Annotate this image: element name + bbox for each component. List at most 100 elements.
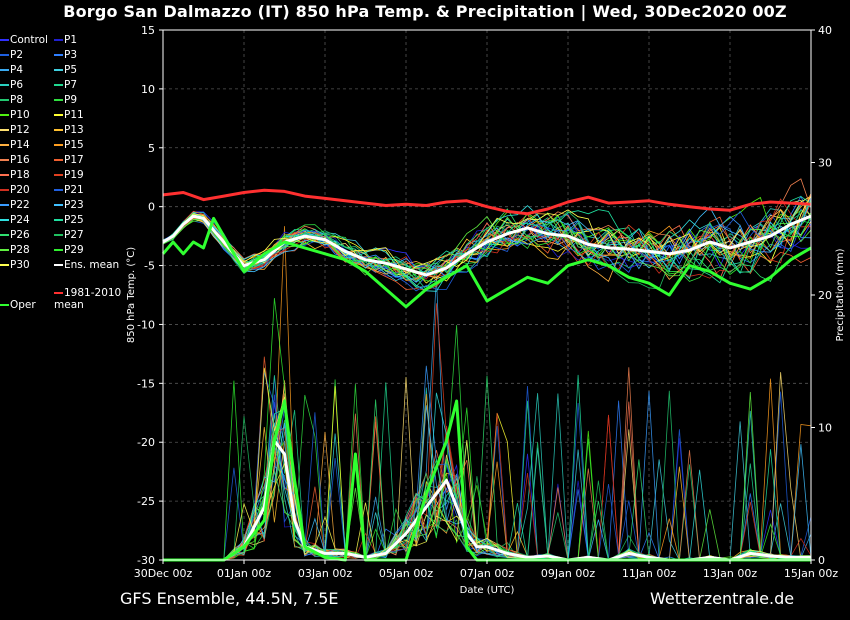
legend-label: P3 bbox=[64, 49, 78, 61]
legend-label: P9 bbox=[64, 94, 78, 106]
legend-entry: P4 bbox=[0, 64, 23, 76]
legend-entry: P30 bbox=[0, 259, 30, 271]
y-tick-label: -30 bbox=[137, 554, 155, 567]
legend-entry: P9 bbox=[54, 94, 77, 106]
legend-swatch bbox=[54, 264, 63, 266]
legend-swatch bbox=[0, 249, 9, 251]
legend-entry: P29 bbox=[54, 244, 84, 256]
model-info: GFS Ensemble, 44.5N, 7.5E bbox=[120, 589, 339, 608]
y-tick-label: 5 bbox=[148, 142, 155, 155]
legend-entry: P11 bbox=[54, 109, 84, 121]
legend-entry: P28 bbox=[0, 244, 30, 256]
y2-tick-label: 30 bbox=[818, 157, 832, 170]
legend-label: P4 bbox=[10, 64, 24, 76]
legend-entry: P17 bbox=[54, 154, 84, 166]
y-tick-label: -15 bbox=[137, 377, 155, 390]
y-tick-label: 10 bbox=[141, 83, 155, 96]
legend-label: P5 bbox=[64, 64, 78, 76]
legend-entry: P23 bbox=[54, 199, 84, 211]
legend-label: P23 bbox=[64, 199, 84, 211]
legend-swatch bbox=[0, 129, 9, 131]
legend-label: P11 bbox=[64, 109, 84, 121]
legend-label: P20 bbox=[10, 184, 30, 196]
y2-tick-label: 20 bbox=[818, 289, 832, 302]
legend-entry: 1981-2010 mean bbox=[54, 287, 121, 311]
legend-entry: P5 bbox=[54, 64, 77, 76]
legend-swatch bbox=[0, 189, 9, 191]
legend-swatch bbox=[0, 204, 9, 206]
y-tick-label: -20 bbox=[137, 436, 155, 449]
legend-entry: P24 bbox=[0, 214, 30, 226]
legend-swatch bbox=[54, 84, 63, 86]
legend-entry: P1 bbox=[54, 34, 77, 46]
x-tick-label: 15Jan 00z bbox=[784, 567, 838, 580]
x-tick-label: 03Jan 00z bbox=[298, 567, 352, 580]
legend-label: 1981-2010 mean bbox=[54, 287, 122, 311]
legend-swatch bbox=[54, 292, 63, 294]
x-axis-label: Date (UTC) bbox=[460, 585, 515, 596]
legend-swatch bbox=[54, 189, 63, 191]
x-tick-label: 01Jan 00z bbox=[217, 567, 271, 580]
legend-entry: P6 bbox=[0, 79, 23, 91]
legend-swatch bbox=[54, 99, 63, 101]
legend-swatch bbox=[54, 219, 63, 221]
legend-entry: P14 bbox=[0, 139, 30, 151]
legend-swatch bbox=[54, 174, 63, 176]
legend-label: Ens. mean bbox=[64, 259, 120, 271]
legend-entry: Ens. mean bbox=[54, 259, 119, 271]
legend-swatch bbox=[0, 69, 9, 71]
legend-swatch bbox=[0, 219, 9, 221]
legend-label: P13 bbox=[64, 124, 84, 136]
legend-label: P16 bbox=[10, 154, 30, 166]
legend-entry: Control bbox=[0, 34, 48, 46]
y2-tick-label: 10 bbox=[818, 422, 832, 435]
legend-label: P10 bbox=[10, 109, 30, 121]
legend-label: P27 bbox=[64, 229, 84, 241]
legend-label: P7 bbox=[64, 79, 78, 91]
legend-label: Control bbox=[10, 34, 48, 46]
legend-label: P29 bbox=[64, 244, 84, 256]
legend-entry: P12 bbox=[0, 124, 30, 136]
legend-swatch bbox=[0, 114, 9, 116]
legend-entry: P21 bbox=[54, 184, 84, 196]
legend-swatch bbox=[54, 204, 63, 206]
legend-swatch bbox=[54, 159, 63, 161]
legend-label: P8 bbox=[10, 94, 24, 106]
legend-entry: P3 bbox=[54, 49, 77, 61]
legend-swatch bbox=[54, 114, 63, 116]
legend-swatch bbox=[0, 174, 9, 176]
legend-label: P14 bbox=[10, 139, 30, 151]
legend-entry: P25 bbox=[54, 214, 84, 226]
legend-label: P19 bbox=[64, 169, 84, 181]
x-tick-label: 05Jan 00z bbox=[379, 567, 433, 580]
legend-entry: P27 bbox=[54, 229, 84, 241]
legend-swatch bbox=[0, 144, 9, 146]
legend-swatch bbox=[0, 54, 9, 56]
legend-entry: Oper bbox=[0, 299, 36, 311]
y-tick-label: -5 bbox=[144, 260, 155, 273]
legend: Control P1 P2 P3 P4 P5 P6 P7 P8 P9 P10 P11 P12 P13 P14… bbox=[0, 34, 140, 324]
y-tick-label: -25 bbox=[137, 495, 155, 508]
legend-entry: P26 bbox=[0, 229, 30, 241]
legend-swatch bbox=[0, 264, 9, 266]
y-tick-label: 0 bbox=[148, 201, 155, 214]
legend-label: P17 bbox=[64, 154, 84, 166]
x-tick-label: 30Dec 00z bbox=[134, 567, 193, 580]
y2-axis-label: Precipitation (mm) bbox=[835, 248, 846, 341]
legend-label: P22 bbox=[10, 199, 30, 211]
legend-swatch bbox=[0, 99, 9, 101]
legend-label: P25 bbox=[64, 214, 84, 226]
legend-entry: P16 bbox=[0, 154, 30, 166]
legend-label: P12 bbox=[10, 124, 30, 136]
legend-label: P21 bbox=[64, 184, 84, 196]
legend-swatch bbox=[0, 39, 9, 41]
legend-swatch bbox=[54, 39, 63, 41]
legend-entry: P15 bbox=[54, 139, 84, 151]
legend-swatch bbox=[54, 129, 63, 131]
legend-swatch bbox=[54, 234, 63, 236]
grid-lines bbox=[163, 30, 811, 560]
y2-tick-label: 0 bbox=[818, 554, 825, 567]
site-credit: Wetterzentrale.de bbox=[650, 589, 795, 608]
legend-swatch bbox=[54, 249, 63, 251]
y2-tick-label: 40 bbox=[818, 24, 832, 37]
